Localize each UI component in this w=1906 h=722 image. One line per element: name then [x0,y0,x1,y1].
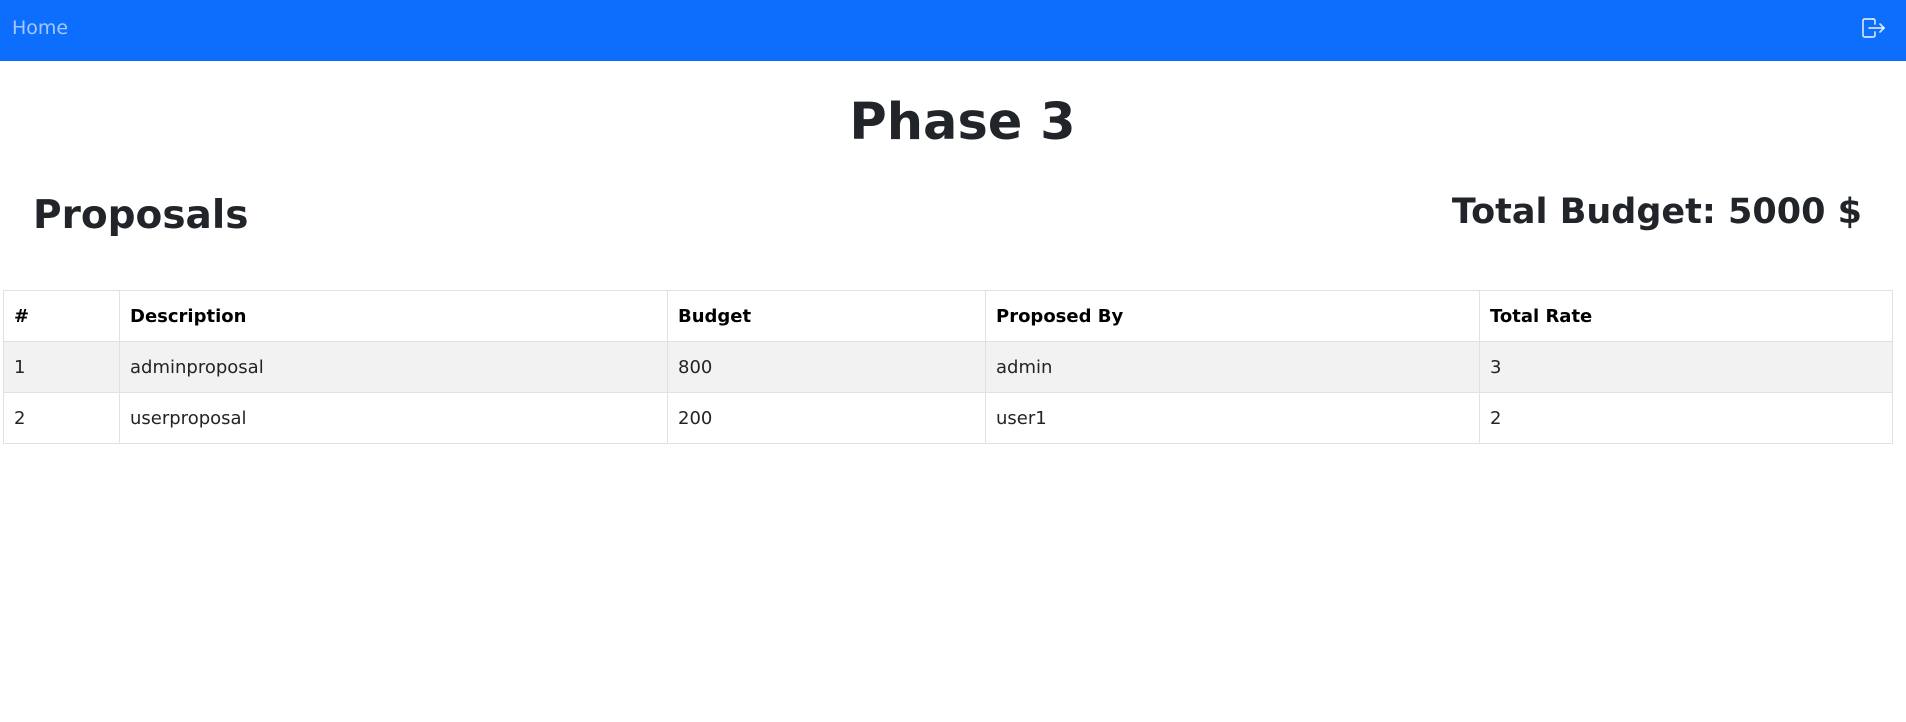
cell-number: 1 [3,341,120,393]
table-row[interactable]: 1 adminproposal 800 admin 3 [3,341,1893,393]
total-budget: Total Budget: 5000 $ [1451,192,1862,232]
cell-proposed-by: admin [985,341,1480,393]
cell-total-rate: 2 [1479,392,1893,444]
cell-description: adminproposal [119,341,668,393]
logout-icon[interactable] [1860,16,1886,40]
column-header-number: # [3,290,120,342]
column-header-total-rate: Total Rate [1479,290,1893,342]
column-header-budget: Budget [667,290,986,342]
cell-total-rate: 3 [1479,341,1893,393]
top-navbar: Home [0,0,1906,61]
cell-budget: 200 [667,392,986,444]
cell-proposed-by: user1 [985,392,1480,444]
cell-description: userproposal [119,392,668,444]
proposals-heading: Proposals [33,193,249,238]
cell-number: 2 [3,392,120,444]
cell-budget: 800 [667,341,986,393]
column-header-proposed-by: Proposed By [985,290,1480,342]
page-title: Phase 3 [849,93,1076,152]
column-header-description: Description [119,290,668,342]
table-header-row: # Description Budget Proposed By Total R… [3,290,1893,342]
proposals-table: # Description Budget Proposed By Total R… [3,290,1893,444]
home-link[interactable]: Home [12,16,68,40]
table-row[interactable]: 2 userproposal 200 user1 2 [3,392,1893,444]
